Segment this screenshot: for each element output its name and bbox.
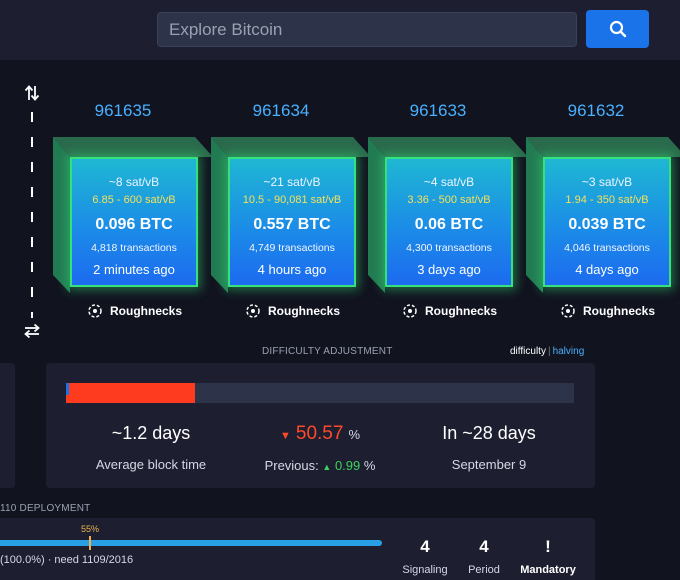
block-time-ago: 2 minutes ago <box>93 262 175 277</box>
fee-range: 6.85 - 600 sat/vB <box>92 194 176 206</box>
swap-horizontal-icon[interactable] <box>23 322 41 340</box>
block-time-ago: 4 days ago <box>575 262 639 277</box>
miner-pool[interactable]: Roughnecks <box>246 302 340 320</box>
block-time-ago: 4 hours ago <box>257 262 327 277</box>
block-total: 0.039 BTC <box>568 216 646 233</box>
block-total: 0.096 BTC <box>95 216 173 233</box>
avg-block-time-stat: ~1.2 days Average block time <box>66 423 236 472</box>
deployment-panel: 55% (100.0%) · need 1109/2016 4 Signalin… <box>0 518 595 580</box>
adjacent-panel <box>0 363 15 488</box>
search-icon <box>609 20 626 38</box>
difficulty-change-unit: % <box>348 427 361 442</box>
toggle-separator: | <box>547 346 551 357</box>
top-navbar <box>0 0 680 60</box>
miner-pool[interactable]: Roughnecks <box>561 302 655 320</box>
difficulty-change-stat: ▼ 50.57 % Previous: ▲ 0.99 % <box>235 423 405 473</box>
block-face: ~4 sat/vB 3.36 - 500 sat/vB 0.06 BTC 4,3… <box>385 157 513 287</box>
transaction-count: 4,749 transactions <box>249 242 335 254</box>
deployment-section-title: 110 DEPLOYMENT <box>0 503 91 514</box>
previous-change-value: 0.99 <box>334 458 361 473</box>
fee-range: 1.94 - 350 sat/vB <box>565 194 649 206</box>
pool-logo-icon <box>403 304 417 318</box>
period-value: 4 <box>479 537 489 556</box>
difficulty-section-title: DIFFICULTY ADJUSTMENT <box>262 346 393 357</box>
period-label: Period <box>468 564 500 576</box>
previous-change-unit: % <box>363 458 376 473</box>
block-time-ago: 3 days ago <box>417 262 481 277</box>
toggle-halving[interactable]: halving <box>553 346 585 357</box>
difficulty-progress-mined <box>66 383 69 395</box>
mandatory-value: ! <box>545 537 551 556</box>
block-total: 0.557 BTC <box>253 216 331 233</box>
next-adjustment-date: September 9 <box>451 457 527 472</box>
block-face: ~3 sat/vB 1.94 - 350 sat/vB 0.039 BTC 4,… <box>543 157 671 287</box>
block-cube[interactable]: ~8 sat/vB 6.85 - 600 sat/vB 0.096 BTC 4,… <box>53 137 213 293</box>
median-fee: ~21 sat/vB <box>263 175 321 189</box>
arrow-down-icon: ▼ <box>279 430 291 442</box>
block-cube[interactable]: ~21 sat/vB 10.5 - 90,081 sat/vB 0.557 BT… <box>211 137 371 293</box>
fee-range: 10.5 - 90,081 sat/vB <box>242 194 342 206</box>
fee-range: 3.36 - 500 sat/vB <box>407 194 491 206</box>
block-face: ~21 sat/vB 10.5 - 90,081 sat/vB 0.557 BT… <box>228 157 356 287</box>
median-fee: ~3 sat/vB <box>581 175 633 189</box>
block-height-link[interactable]: 961632 <box>521 101 671 121</box>
difficulty-change-value: 50.57 <box>295 423 344 444</box>
transaction-count: 4,046 transactions <box>564 242 650 254</box>
miner-name: Roughnecks <box>110 304 183 318</box>
blockchain-divider <box>31 112 33 318</box>
swap-vertical-icon[interactable] <box>24 84 40 102</box>
deployment-threshold-marker <box>89 536 91 550</box>
transaction-count: 4,300 transactions <box>406 242 492 254</box>
median-fee: ~4 sat/vB <box>423 175 475 189</box>
next-adjustment-eta: In ~28 days <box>442 423 536 443</box>
block-face: ~8 sat/vB 6.85 - 600 sat/vB 0.096 BTC 4,… <box>70 157 198 287</box>
toggle-difficulty[interactable]: difficulty <box>510 346 546 357</box>
miner-pool[interactable]: Roughnecks <box>88 302 182 320</box>
previous-label: Previous: <box>264 458 319 473</box>
avg-block-time-value: ~1.2 days <box>111 423 191 443</box>
deployment-progress-bar <box>0 540 382 546</box>
pool-logo-icon <box>246 304 260 318</box>
difficulty-progress-fill <box>66 383 195 403</box>
search-input[interactable] <box>157 12 577 47</box>
difficulty-panel: ~1.2 days Average block time ▼ 50.57 % P… <box>46 363 595 488</box>
transaction-count: 4,818 transactions <box>91 242 177 254</box>
block-cube[interactable]: ~4 sat/vB 3.36 - 500 sat/vB 0.06 BTC 4,3… <box>368 137 528 293</box>
miner-name: Roughnecks <box>268 304 341 318</box>
mandatory-stat: ! Mandatory <box>513 537 583 576</box>
avg-block-time-label: Average block time <box>95 457 207 472</box>
miner-name: Roughnecks <box>425 304 498 318</box>
mandatory-label: Mandatory <box>520 564 576 576</box>
block-cube[interactable]: ~3 sat/vB 1.94 - 350 sat/vB 0.039 BTC 4,… <box>526 137 680 293</box>
median-fee: ~8 sat/vB <box>108 175 160 189</box>
miner-name: Roughnecks <box>583 304 656 318</box>
difficulty-halving-toggle: difficulty | halving <box>510 346 584 357</box>
arrow-up-icon: ▲ <box>322 462 332 472</box>
miner-pool[interactable]: Roughnecks <box>403 302 497 320</box>
search-button[interactable] <box>586 10 649 48</box>
period-stat: 4 Period <box>449 537 519 576</box>
deployment-threshold-label: 55% <box>81 524 100 534</box>
deployment-status: (100.0%) · need 1109/2016 <box>0 554 134 566</box>
block-height-link[interactable]: 961633 <box>363 101 513 121</box>
pool-logo-icon <box>561 304 575 318</box>
pool-logo-icon <box>88 304 102 318</box>
next-adjustment-stat: In ~28 days September 9 <box>404 423 574 472</box>
block-total: 0.06 BTC <box>414 216 484 233</box>
block-height-link[interactable]: 961634 <box>206 101 356 121</box>
difficulty-progress-bar <box>66 383 574 403</box>
block-height-link[interactable]: 961635 <box>48 101 198 121</box>
